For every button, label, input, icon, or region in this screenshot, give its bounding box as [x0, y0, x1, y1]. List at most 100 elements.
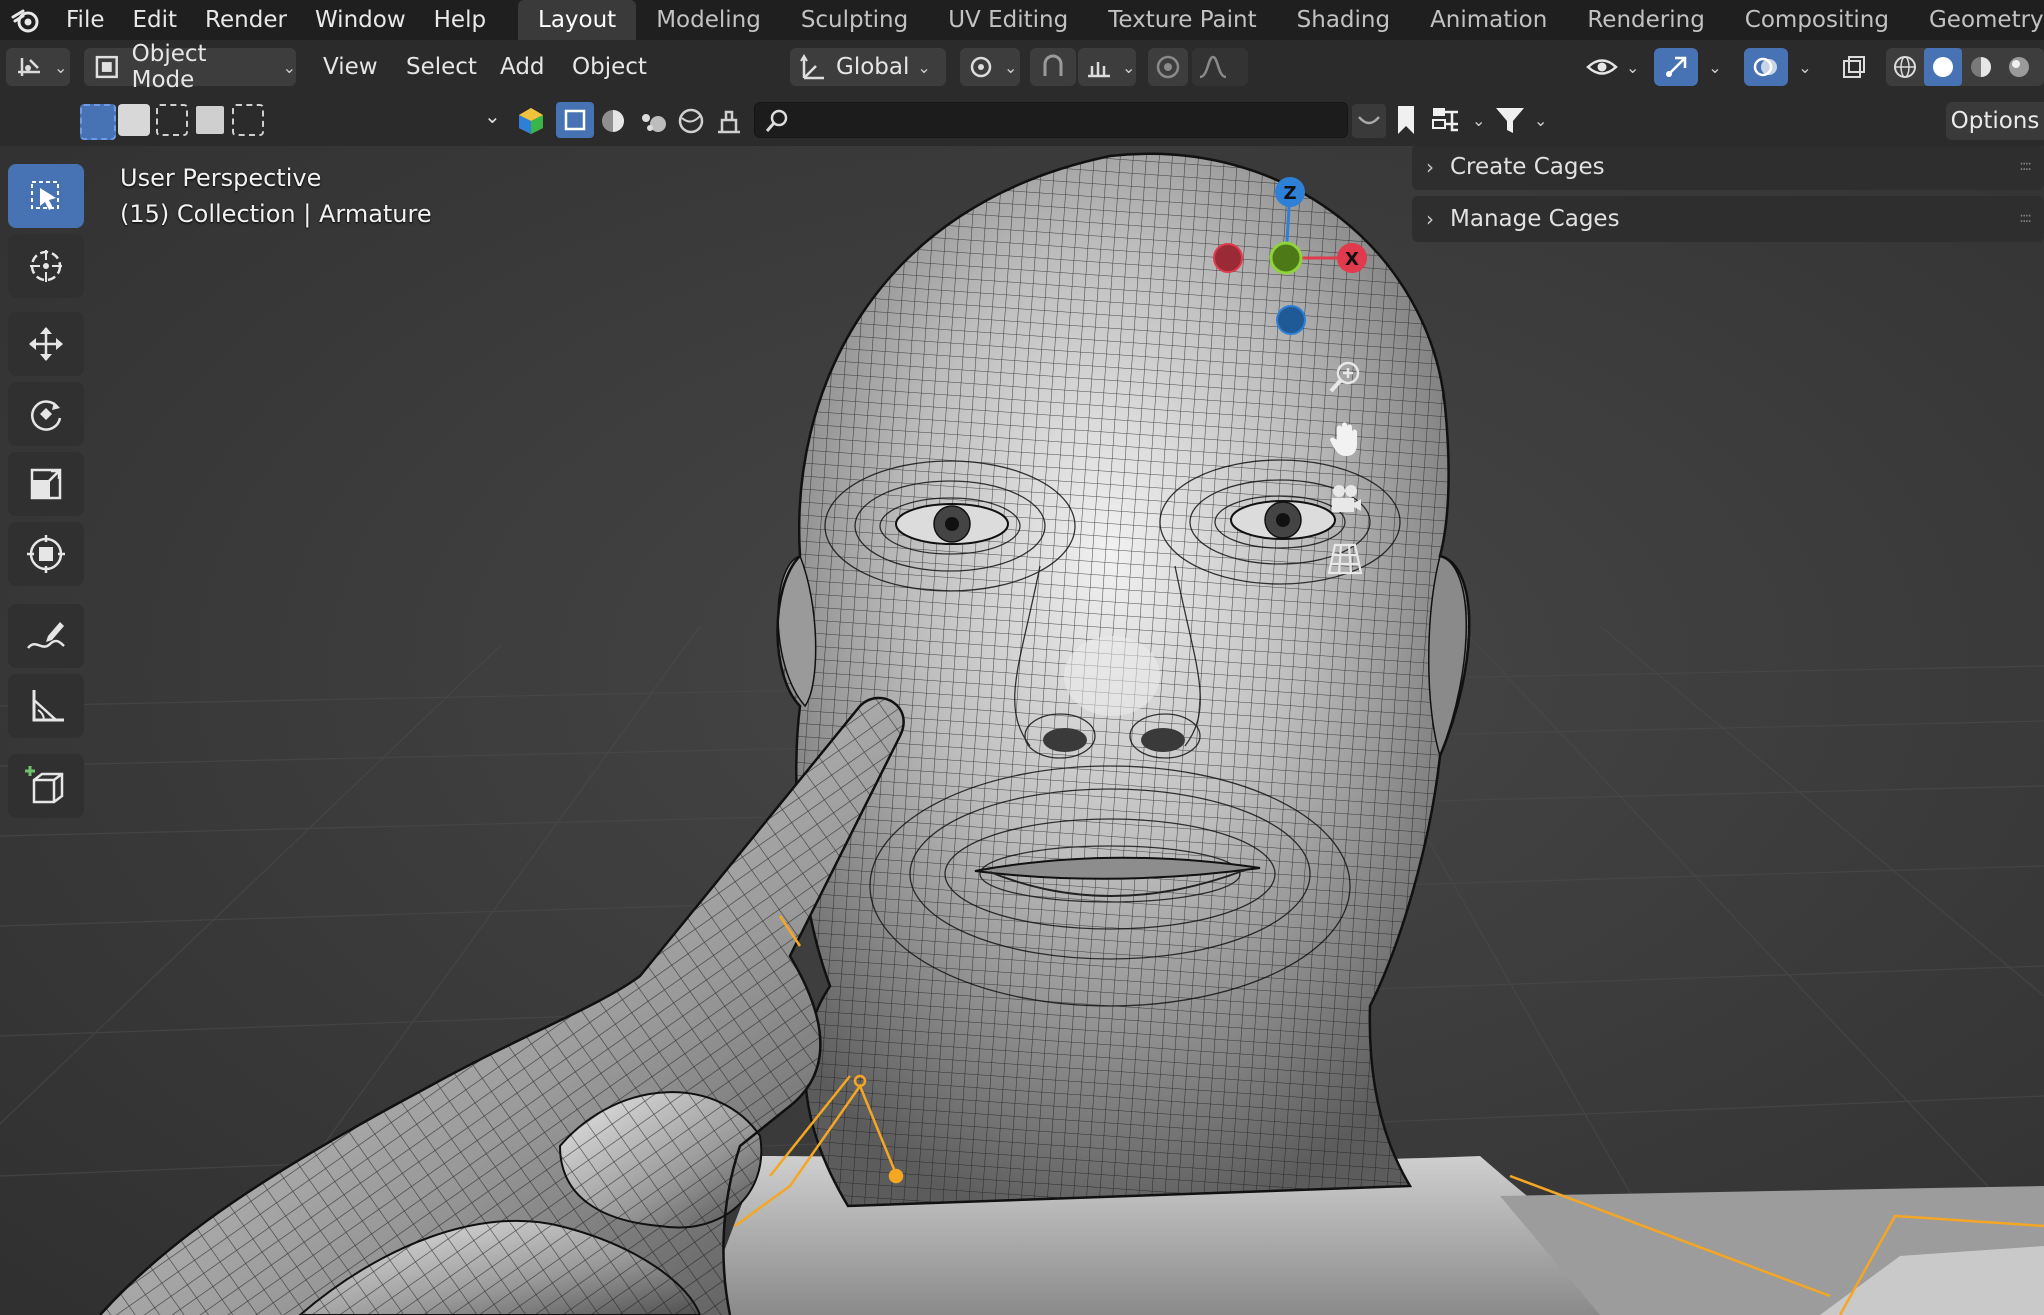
viewport-header: ⌄ Object Mode ⌄ View Select Add Object G… [0, 40, 2044, 94]
overlay-icon [1753, 57, 1777, 77]
pan-hand-icon[interactable] [1322, 416, 1368, 462]
falloff-icon [1199, 55, 1227, 79]
menu-help[interactable]: Help [420, 0, 500, 40]
blender-logo-icon[interactable] [0, 0, 52, 40]
orientation-label: Global [836, 54, 910, 80]
transform-tool-button[interactable] [8, 522, 84, 586]
wireframe-shading-icon[interactable] [1886, 48, 1924, 86]
chevron-right-icon: › [1426, 155, 1434, 179]
select-subtract-icon[interactable] [156, 104, 188, 136]
bookmark-icon[interactable] [1392, 104, 1420, 140]
cursor-tool-icon [30, 250, 62, 282]
select-new-icon[interactable] [80, 104, 116, 140]
menu-render[interactable]: Render [191, 0, 301, 40]
measure-tool-button[interactable] [8, 674, 84, 738]
menu-object[interactable]: Object [572, 48, 647, 86]
gizmo-icon [1666, 56, 1687, 77]
navigation-gizmo[interactable]: Z X [1200, 158, 1390, 348]
tab-compositing[interactable]: Compositing [1725, 0, 1909, 40]
scene-render [0, 146, 2044, 1315]
solid-shading-icon[interactable] [1924, 48, 1962, 86]
filter-texture-icon[interactable] [714, 106, 744, 140]
tab-uv-editing[interactable]: UV Editing [928, 0, 1088, 40]
editor-type-button[interactable]: ⌄ [6, 48, 70, 86]
select-intersect-icon[interactable] [232, 104, 264, 136]
panel-label: Create Cages [1450, 154, 1605, 180]
pivot-point-dropdown[interactable]: ⌄ [960, 48, 1020, 86]
menu-file[interactable]: File [52, 0, 119, 40]
shading-mode-group [1886, 48, 2044, 86]
add-cube-tool-button[interactable] [8, 754, 84, 818]
cursor-tool-button[interactable] [8, 234, 84, 298]
top-menu-bar: File Edit Render Window Help Layout Mode… [0, 0, 2044, 40]
tab-sculpting[interactable]: Sculpting [781, 0, 928, 40]
camera-icon[interactable] [1322, 476, 1368, 522]
rotate-tool-button[interactable] [8, 382, 84, 446]
falloff-dropdown[interactable] [1192, 48, 1248, 86]
menu-window[interactable]: Window [301, 0, 420, 40]
transform-orientation-dropdown[interactable]: Global ⌄ [790, 48, 946, 86]
select-invert-icon[interactable] [194, 104, 226, 136]
snap-toggle[interactable] [1030, 48, 1076, 86]
tool-settings-row: ⌄ ⌄ ⌄ Options [0, 94, 2044, 146]
menu-select[interactable]: Select [406, 48, 477, 86]
filter-icon [1496, 108, 1524, 133]
filter-dropdown[interactable]: ⌄ [1494, 104, 1547, 136]
zoom-icon[interactable] [1322, 354, 1368, 400]
snap-icon [1043, 54, 1063, 76]
proportional-edit-icon [1156, 55, 1180, 79]
tab-layout[interactable]: Layout [518, 0, 637, 40]
drag-handle-icon[interactable]: :::: [2019, 210, 2032, 226]
gizmo-y-axis[interactable] [1269, 241, 1303, 275]
rotate-tool-icon [31, 400, 62, 431]
menu-add[interactable]: Add [500, 48, 545, 86]
select-extend-icon[interactable] [118, 104, 150, 136]
filter-material-icon[interactable] [598, 106, 628, 140]
gizmo-toggle[interactable] [1654, 48, 1698, 86]
menu-edit[interactable]: Edit [119, 0, 192, 40]
overlay-toggle[interactable] [1744, 48, 1788, 86]
menu-view[interactable]: View [323, 48, 378, 86]
object-type-visibility-icon[interactable] [516, 106, 546, 140]
object-mode-dropdown[interactable]: Object Mode ⌄ [84, 41, 296, 93]
tab-shading[interactable]: Shading [1277, 0, 1410, 40]
display-mode-dropdown[interactable]: ⌄ [1430, 104, 1485, 136]
scale-tool-button[interactable] [8, 452, 84, 516]
3d-viewport[interactable]: User Perspective (15) Collection | Armat… [0, 146, 2044, 1315]
annotate-tool-button[interactable] [8, 604, 84, 668]
search-input[interactable] [754, 102, 1348, 138]
grid-icon[interactable] [1322, 536, 1368, 582]
snap-target-dropdown[interactable]: ⌄ [1078, 48, 1136, 86]
gizmo-neg-z-axis[interactable] [1276, 305, 1306, 335]
gizmo-dropdown[interactable]: ⌄ [1700, 48, 1730, 86]
overlay-dropdown[interactable]: ⌄ [1790, 48, 1820, 86]
material-shading-icon[interactable] [1962, 48, 2000, 86]
curve-toggle[interactable] [1352, 104, 1386, 138]
scale-tool-icon [30, 468, 62, 500]
tab-rendering[interactable]: Rendering [1567, 0, 1724, 40]
chevron-down-icon: ⌄ [1626, 57, 1640, 77]
panel-manage-cages[interactable]: › Manage Cages :::: [1412, 196, 2044, 242]
visibility-dropdown[interactable]: ⌄ [1578, 48, 1640, 86]
panel-create-cages[interactable]: › Create Cages :::: [1412, 146, 2044, 190]
chevron-down-icon: ⌄ [1122, 57, 1136, 77]
chevron-down-icon: ⌄ [282, 57, 296, 77]
chevron-down-icon[interactable]: ⌄ [484, 104, 501, 128]
move-tool-button[interactable] [8, 312, 84, 376]
select-tool-button[interactable] [8, 164, 84, 228]
filter-particles-icon[interactable] [638, 106, 668, 140]
filter-mesh-icon[interactable] [556, 102, 594, 138]
tab-modeling[interactable]: Modeling [636, 0, 781, 40]
gizmo-neg-x-axis[interactable] [1213, 243, 1243, 273]
proportional-edit-toggle[interactable] [1148, 48, 1188, 86]
snap-increment-icon [1088, 62, 1110, 78]
chevron-down-icon: ⌄ [1708, 57, 1722, 77]
tab-geometry-nodes[interactable]: Geometry Nodes [1909, 0, 2044, 40]
drag-handle-icon[interactable]: :::: [2019, 158, 2032, 174]
rendered-shading-icon[interactable] [2000, 48, 2038, 86]
filter-world-icon[interactable] [676, 106, 706, 140]
xray-toggle[interactable] [1834, 48, 1874, 86]
options-button[interactable]: Options [1946, 102, 2044, 140]
tab-texture-paint[interactable]: Texture Paint [1088, 0, 1276, 40]
tab-animation[interactable]: Animation [1410, 0, 1567, 40]
